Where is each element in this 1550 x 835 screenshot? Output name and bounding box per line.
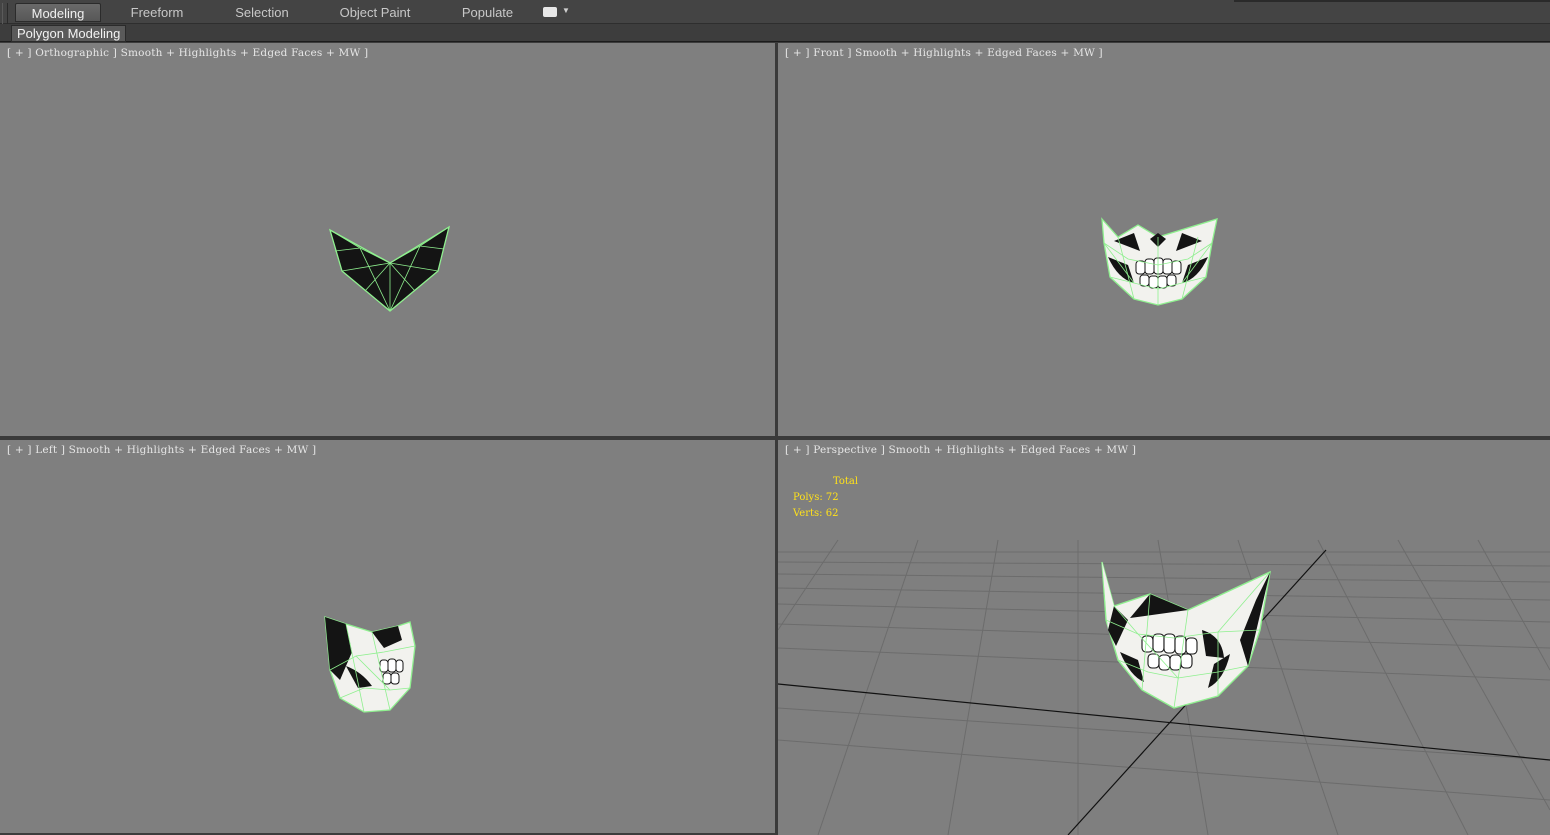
viewport-label-perspective[interactable]: [ + ] Perspective ] Smooth + Highlights … xyxy=(785,444,1136,456)
tab-freeform[interactable]: Freeform xyxy=(118,3,196,22)
ribbon-options-icon[interactable] xyxy=(543,7,557,17)
ribbon-panel: Polygon Modeling xyxy=(0,24,1550,42)
mask-model-perspective[interactable] xyxy=(1101,561,1271,709)
viewport-orthographic[interactable]: [ + ] Orthographic ] Smooth + Highlights… xyxy=(0,43,775,436)
stats-polys: Polys: 72 xyxy=(793,492,839,503)
stats-title: Total xyxy=(833,476,859,487)
polygon-modeling-panel-button[interactable]: Polygon Modeling xyxy=(11,25,127,42)
tab-object-paint[interactable]: Object Paint xyxy=(330,3,420,22)
ribbon-tab-bar: Modeling Freeform Selection Object Paint… xyxy=(0,0,1550,39)
mask-model-front[interactable] xyxy=(778,43,1550,436)
tab-populate[interactable]: Populate xyxy=(450,3,525,22)
statistics-overlay: Total Polys: 72 Verts: 62 xyxy=(793,474,858,522)
divider xyxy=(1234,0,1550,2)
viewport-front[interactable]: [ + ] Front ] Smooth + Highlights + Edge… xyxy=(778,43,1550,436)
viewport-perspective[interactable]: [ + ] Perspective ] Smooth + Highlights … xyxy=(778,440,1550,835)
chevron-down-icon[interactable]: ▼ xyxy=(562,6,570,15)
perspective-scene[interactable] xyxy=(778,440,1550,835)
tab-selection[interactable]: Selection xyxy=(222,3,302,22)
stats-verts: Verts: 62 xyxy=(793,508,839,519)
viewport-left[interactable]: [ + ] Left ] Smooth + Highlights + Edged… xyxy=(0,440,775,833)
mask-model-orthographic[interactable] xyxy=(0,43,775,436)
tab-modeling[interactable]: Modeling xyxy=(15,3,101,22)
mask-model-left[interactable] xyxy=(0,440,775,833)
